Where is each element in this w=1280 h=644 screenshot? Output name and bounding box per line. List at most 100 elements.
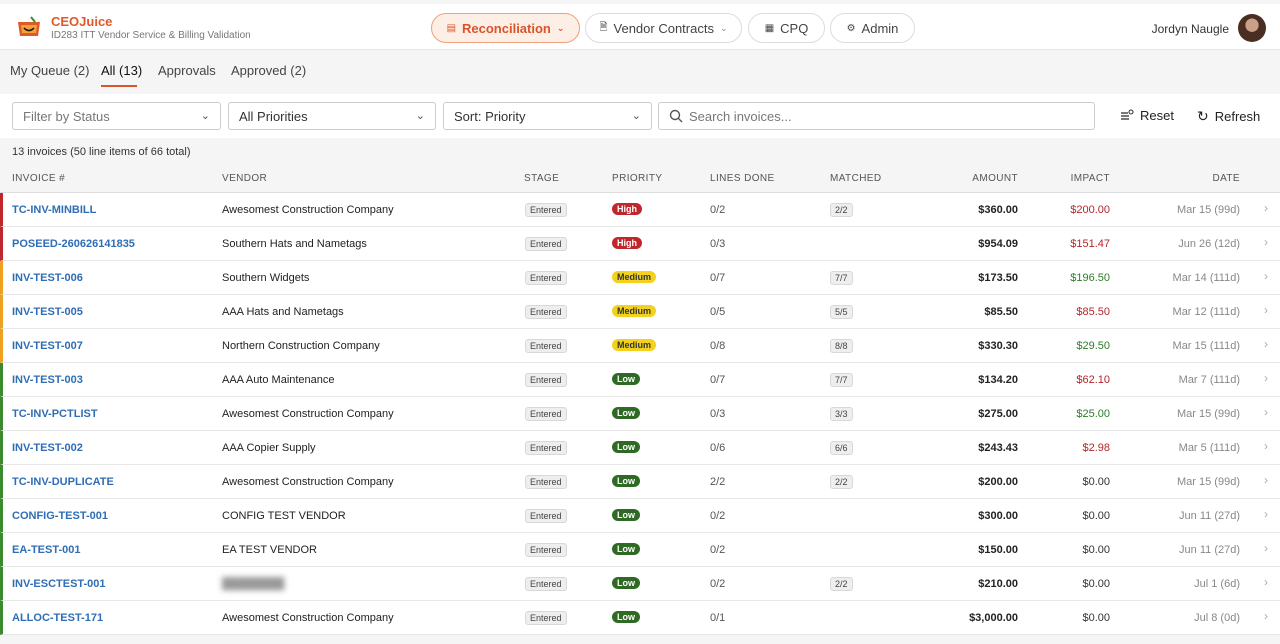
app-header: CEOJuice ID283 ITT Vendor Service & Bill…: [0, 4, 1280, 50]
vendor-name: AAA Copier Supply: [222, 442, 316, 454]
table-row[interactable]: CONFIG-TEST-001 CONFIG TEST VENDOR Entered…: [0, 499, 1280, 533]
lines-done: 0/3: [710, 408, 726, 420]
refresh-button[interactable]: ↻ Refresh: [1197, 108, 1260, 125]
filter-clear-icon: [1121, 109, 1134, 120]
ceojuice-logo-icon[interactable]: [16, 16, 42, 38]
chevron-down-icon: ⌄: [556, 22, 565, 33]
search-input[interactable]: [689, 108, 1079, 124]
invoice-number-link[interactable]: INV-TEST-007: [12, 340, 83, 352]
invoice-number-link[interactable]: INV-TEST-002: [12, 442, 83, 454]
impact-value: $62.10: [1076, 374, 1110, 386]
matched-badge: 2/2: [830, 203, 853, 217]
invoice-number-link[interactable]: POSEED-260626141835: [12, 238, 135, 250]
chevron-right-icon[interactable]: ›: [1264, 235, 1268, 249]
vendor-name: AAA Auto Maintenance: [222, 374, 335, 386]
invoice-number-link[interactable]: TC-INV-DUPLICATE: [12, 476, 114, 488]
matched-badge: 7/7: [830, 271, 853, 285]
stage-badge: Entered: [525, 305, 567, 319]
invoice-date: Mar 15 (99d): [1177, 408, 1240, 420]
invoice-number-link[interactable]: INV-ESCTEST-001: [12, 578, 106, 590]
chevron-right-icon[interactable]: ›: [1264, 201, 1268, 215]
priority-badge: Low: [612, 543, 640, 555]
chevron-right-icon[interactable]: ›: [1264, 473, 1268, 487]
column-amount[interactable]: AMOUNT: [972, 173, 1018, 184]
chevron-right-icon[interactable]: ›: [1264, 575, 1268, 589]
invoice-number-link[interactable]: TC-INV-MINBILL: [12, 204, 96, 216]
invoice-number-link[interactable]: INV-TEST-006: [12, 272, 83, 284]
table-row[interactable]: INV-TEST-002 AAA Copier Supply Entered Low 0…: [0, 431, 1280, 465]
table-row[interactable]: TC-INV-MINBILL Awesomest Construction Com…: [0, 193, 1280, 227]
chevron-right-icon[interactable]: ›: [1264, 371, 1268, 385]
table-row[interactable]: EA-TEST-001 EA TEST VENDOR Entered Low 0/2 $1…: [0, 533, 1280, 567]
chevron-right-icon[interactable]: ›: [1264, 269, 1268, 283]
chevron-right-icon[interactable]: ›: [1264, 609, 1268, 623]
column-impact[interactable]: IMPACT: [1071, 173, 1110, 184]
tab-approved[interactable]: Approved (2): [231, 63, 306, 78]
table-row[interactable]: TC-INV-PCTLIST Awesomest Construction Com…: [0, 397, 1280, 431]
search-box: [658, 102, 1095, 130]
table-row[interactable]: INV-TEST-006 Southern Widgets Entered Mediu…: [0, 261, 1280, 295]
sort-select[interactable]: Sort: Priority ⌄: [443, 102, 652, 130]
table-row[interactable]: INV-TEST-003 AAA Auto Maintenance Entered L…: [0, 363, 1280, 397]
invoice-date: Jul 1 (6d): [1194, 578, 1240, 590]
column-stage[interactable]: STAGE: [524, 173, 559, 184]
column-date[interactable]: DATE: [1212, 173, 1240, 184]
column-matched[interactable]: MATCHED: [830, 173, 882, 184]
invoice-date: Mar 15 (99d): [1177, 204, 1240, 216]
table-row[interactable]: POSEED-260626141835 Southern Hats and Nam…: [0, 227, 1280, 261]
priority-badge: Low: [612, 441, 640, 453]
table-row[interactable]: INV-TEST-007 Northern Construction Compan…: [0, 329, 1280, 363]
chevron-right-icon[interactable]: ›: [1264, 507, 1268, 521]
table-row[interactable]: ALLOC-TEST-171 Awesomest Construction Com…: [0, 601, 1280, 635]
matched-badge: 2/2: [830, 577, 853, 591]
status-filter-select[interactable]: Filter by Status ⌄: [12, 102, 221, 130]
nav-cpq[interactable]: ▦ CPQ: [748, 13, 825, 43]
invoice-number-link[interactable]: INV-TEST-005: [12, 306, 83, 318]
chevron-right-icon[interactable]: ›: [1264, 303, 1268, 317]
chevron-right-icon[interactable]: ›: [1264, 439, 1268, 453]
chevron-down-icon: ⌄: [719, 22, 728, 33]
table-row[interactable]: INV-TEST-005 AAA Hats and Nametags Entered…: [0, 295, 1280, 329]
tab-my-queue[interactable]: My Queue (2): [10, 63, 89, 78]
impact-value: $85.50: [1076, 306, 1110, 318]
column-invoice[interactable]: INVOICE #: [12, 173, 65, 184]
chevron-right-icon[interactable]: ›: [1264, 541, 1268, 555]
vendor-name: Awesomest Construction Company: [222, 612, 394, 624]
invoice-number-link[interactable]: CONFIG-TEST-001: [12, 510, 108, 522]
chevron-down-icon: ⌄: [200, 110, 210, 122]
nav-reconciliation[interactable]: ▤ Reconciliation ⌄: [431, 13, 580, 43]
calculator-icon: ▦: [764, 22, 775, 34]
lines-done: 0/7: [710, 272, 726, 284]
column-lines-done[interactable]: LINES DONE: [710, 173, 775, 184]
chevron-right-icon[interactable]: ›: [1264, 337, 1268, 351]
chevron-right-icon[interactable]: ›: [1264, 405, 1268, 419]
result-summary: 13 invoices (50 line items of 66 total): [12, 146, 191, 158]
invoice-date: Mar 14 (111d): [1172, 272, 1240, 284]
invoice-number-link[interactable]: TC-INV-PCTLIST: [12, 408, 98, 420]
tab-all[interactable]: All (13): [101, 63, 142, 78]
nav-label: Admin: [861, 20, 899, 36]
reset-button[interactable]: Reset: [1120, 108, 1174, 123]
vendor-name: Awesomest Construction Company: [222, 204, 394, 216]
nav-vendor-contracts[interactable]: 🗎 Vendor Contracts ⌄: [585, 13, 742, 43]
table-row[interactable]: TC-INV-DUPLICATE Awesomest Construction C…: [0, 465, 1280, 499]
stage-badge: Entered: [525, 611, 567, 625]
table-row[interactable]: INV-ESCTEST-001 ████████ Entered Low 0/2 $210…: [0, 567, 1280, 601]
lines-done: 0/6: [710, 442, 726, 454]
impact-value: $0.00: [1082, 476, 1110, 488]
impact-value: $25.00: [1076, 408, 1110, 420]
avatar[interactable]: [1238, 14, 1266, 42]
tab-approvals[interactable]: Approvals: [158, 63, 216, 78]
column-priority[interactable]: PRIORITY: [612, 173, 662, 184]
invoice-number-link[interactable]: INV-TEST-003: [12, 374, 83, 386]
priority-filter-select[interactable]: All Priorities ⌄: [228, 102, 436, 130]
invoice-number-link[interactable]: EA-TEST-001: [12, 544, 80, 556]
filter-bar: Filter by Status ⌄ All Priorities ⌄ Sort…: [0, 94, 1280, 138]
nav-admin[interactable]: ⚙ Admin: [830, 13, 915, 43]
lines-done: 0/2: [710, 578, 726, 590]
user-name[interactable]: Jordyn Naugle: [1152, 22, 1229, 36]
sort-value: Sort: Priority: [454, 108, 526, 124]
impact-value: $29.50: [1076, 340, 1110, 352]
column-vendor[interactable]: VENDOR: [222, 173, 267, 184]
invoice-number-link[interactable]: ALLOC-TEST-171: [12, 612, 103, 624]
